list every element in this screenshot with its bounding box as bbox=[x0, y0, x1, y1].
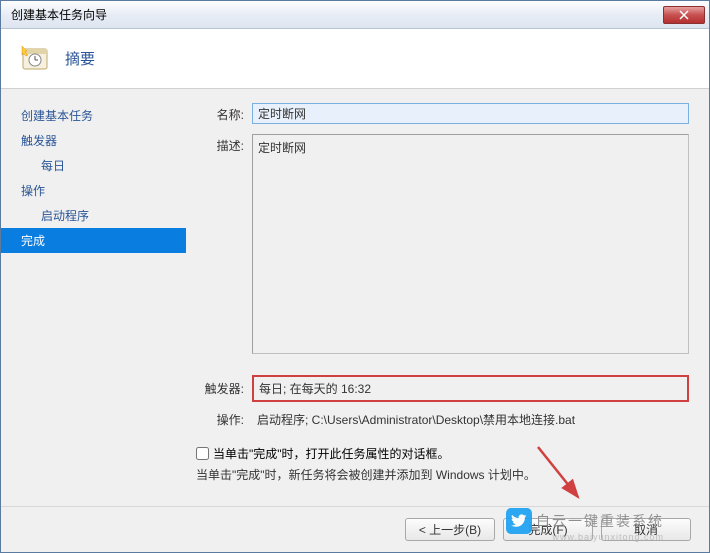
wizard-footer: 白云一键重装系统 www.baiyunxitong.com < 上一步(B) 完… bbox=[1, 506, 709, 552]
wizard-step-title: 摘要 bbox=[65, 48, 95, 69]
action-summary-label: 操作: bbox=[196, 411, 244, 428]
finish-button[interactable]: 完成(F) bbox=[503, 518, 593, 541]
close-button[interactable] bbox=[663, 6, 705, 24]
sidebar-item-daily[interactable]: 每日 bbox=[1, 153, 186, 178]
open-properties-label: 当单击"完成"时，打开此任务属性的对话框。 bbox=[213, 445, 450, 462]
sidebar-item-start-program[interactable]: 启动程序 bbox=[1, 203, 186, 228]
cancel-button[interactable]: 取消 bbox=[601, 518, 691, 541]
sidebar-item-trigger[interactable]: 触发器 bbox=[1, 128, 186, 153]
action-summary-value: 启动程序; C:\Users\Administrator\Desktop\禁用本… bbox=[252, 408, 689, 431]
sidebar-item-create-task[interactable]: 创建基本任务 bbox=[1, 103, 186, 128]
wizard-header: 摘要 bbox=[1, 29, 709, 89]
wizard-icon bbox=[19, 43, 51, 75]
titlebar: 创建基本任务向导 bbox=[1, 1, 709, 29]
wizard-sidebar: 创建基本任务 触发器 每日 操作 启动程序 完成 bbox=[1, 89, 186, 506]
description-textarea[interactable]: 定时断网 bbox=[252, 134, 689, 354]
finish-info-text: 当单击"完成"时，新任务将会被创建并添加到 Windows 计划中。 bbox=[196, 466, 689, 483]
back-button[interactable]: < 上一步(B) bbox=[405, 518, 495, 541]
sidebar-item-action[interactable]: 操作 bbox=[1, 178, 186, 203]
open-properties-checkbox[interactable] bbox=[196, 447, 209, 460]
main-content: 名称: 描述: 定时断网 触发器: 每日; 在每天的 16:32 操作: 启动 bbox=[186, 89, 709, 506]
name-label: 名称: bbox=[196, 103, 244, 124]
trigger-summary-value: 每日; 在每天的 16:32 bbox=[252, 375, 689, 402]
window-title: 创建基本任务向导 bbox=[11, 6, 107, 23]
desc-label: 描述: bbox=[196, 134, 244, 357]
name-input[interactable] bbox=[252, 103, 689, 124]
sidebar-item-finish[interactable]: 完成 bbox=[1, 228, 186, 253]
trigger-summary-label: 触发器: bbox=[196, 380, 244, 397]
close-icon bbox=[679, 10, 689, 20]
